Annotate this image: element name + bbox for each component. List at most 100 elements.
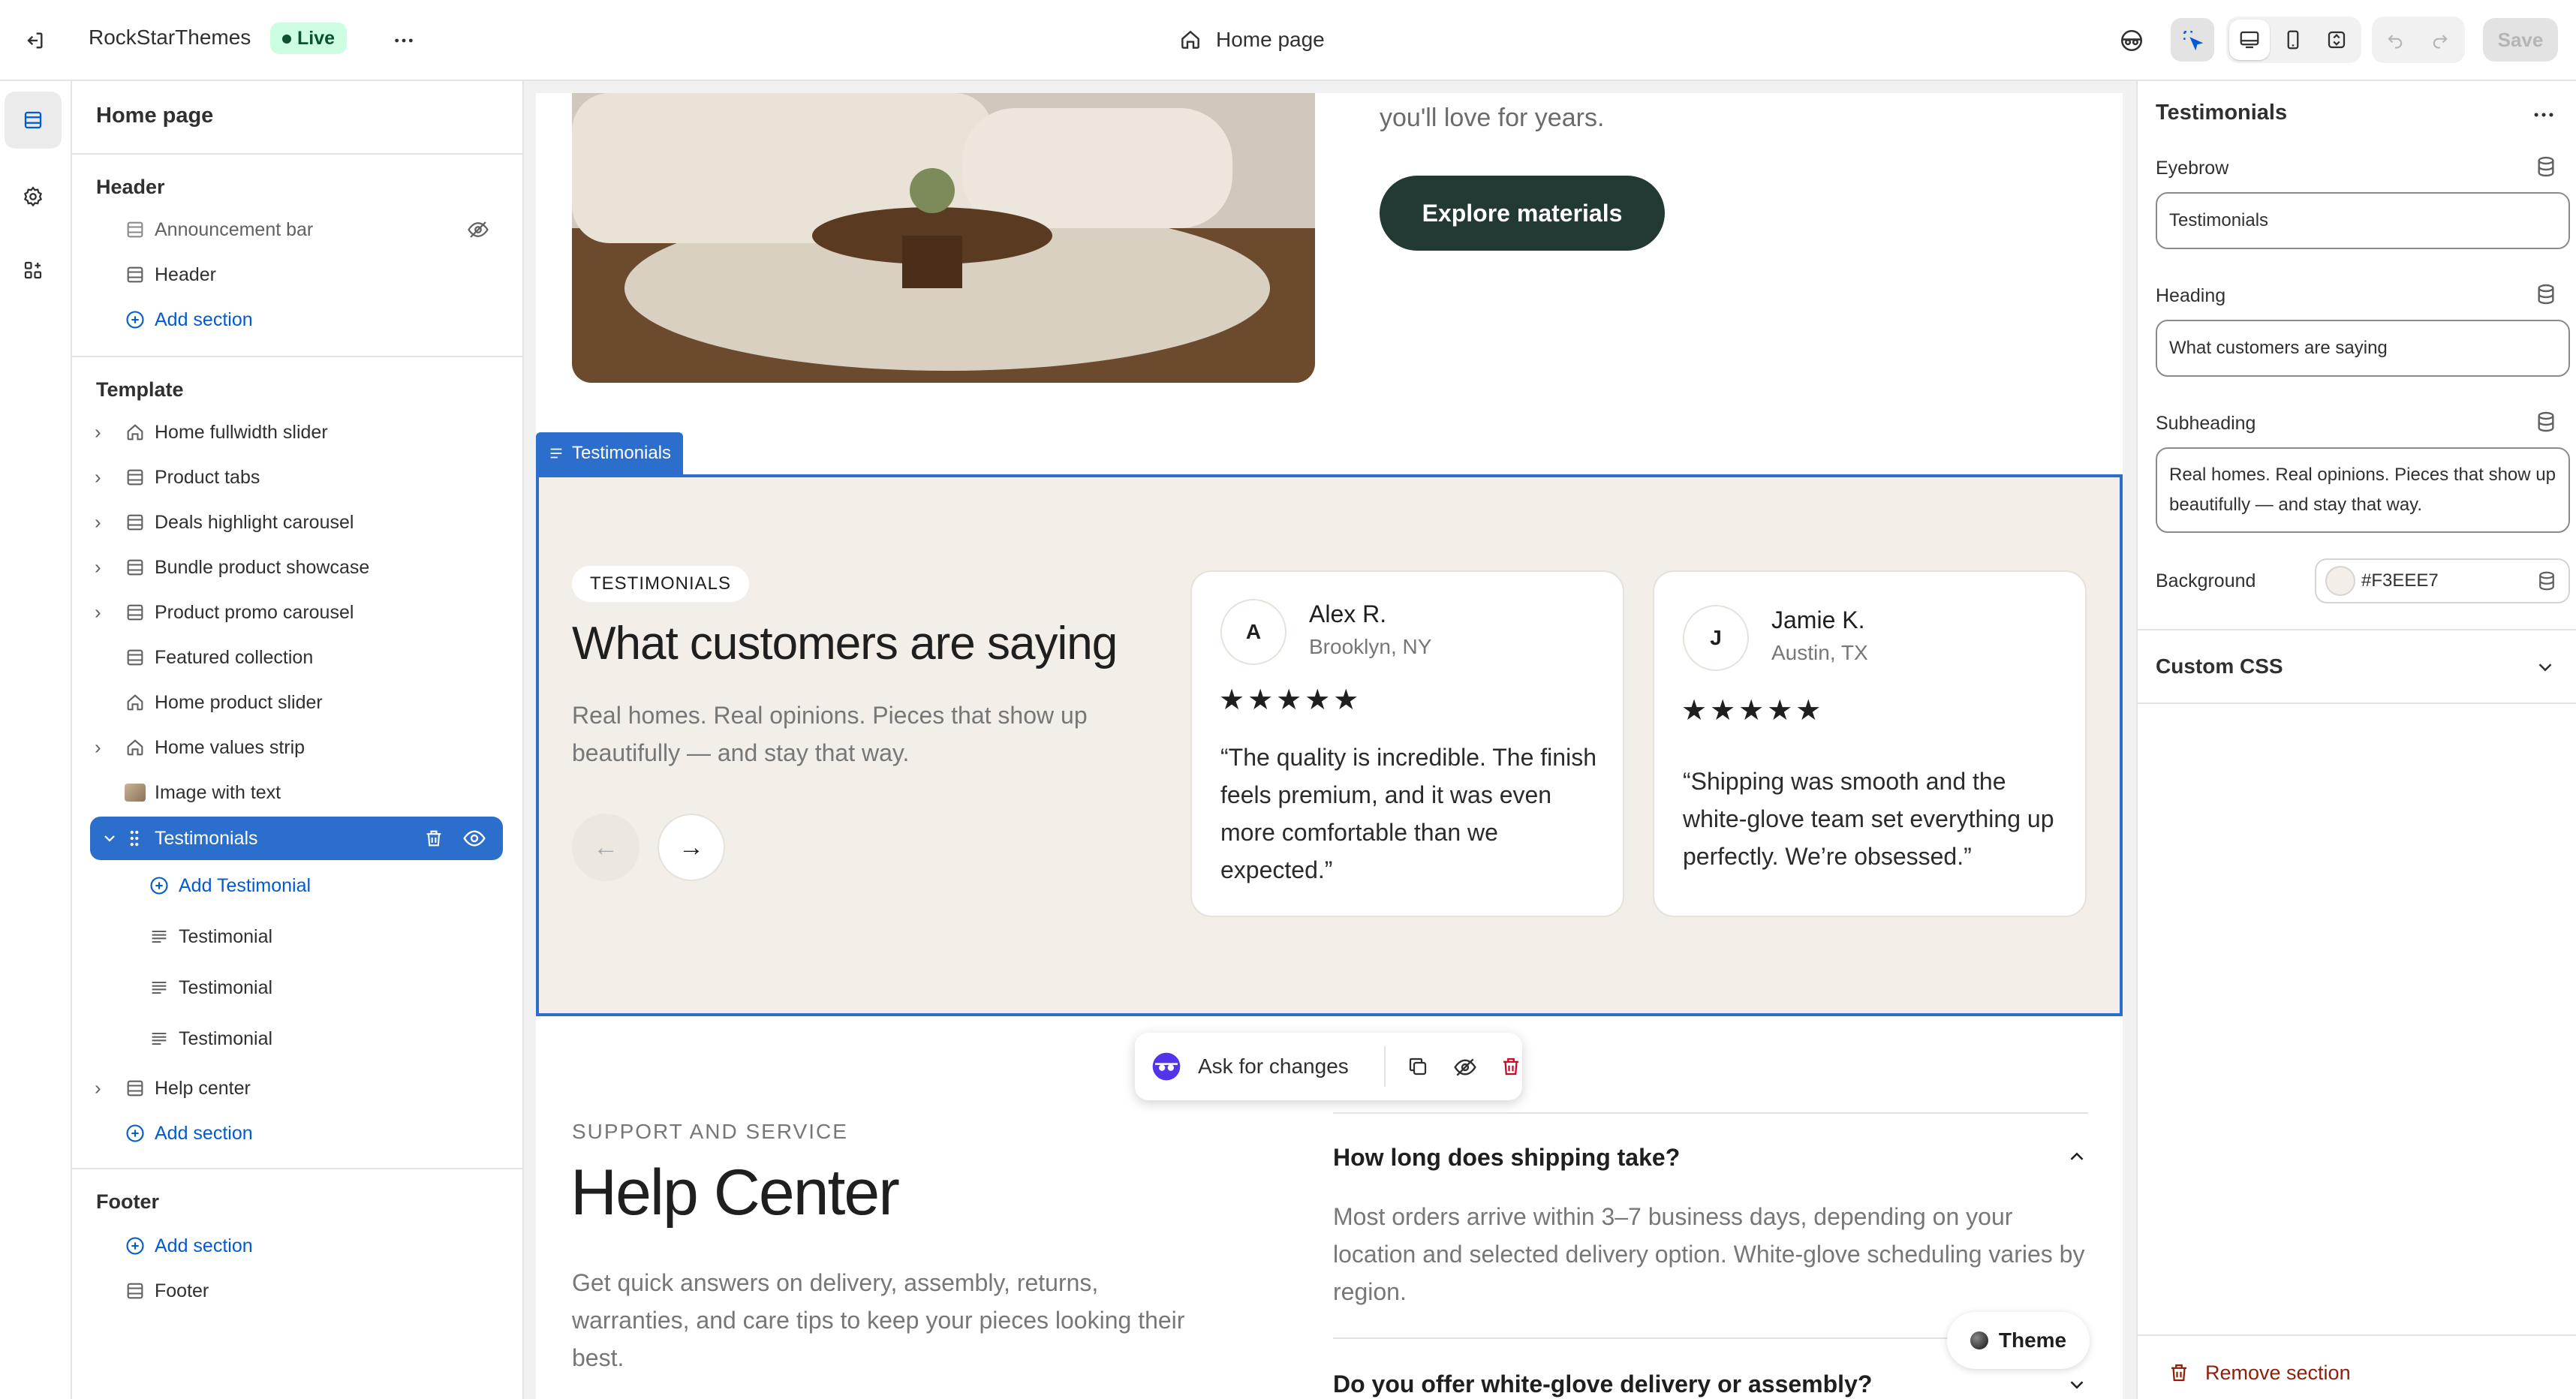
section-icon bbox=[127, 1080, 143, 1097]
faq-item-expanded[interactable]: How long does shipping take? bbox=[1333, 1126, 2088, 1186]
sidebar-item-home-fullwidth-slider[interactable]: › Home fullwidth slider bbox=[72, 411, 524, 453]
dynamic-source-icon[interactable] bbox=[2535, 570, 2558, 592]
explore-materials-button[interactable]: Explore materials bbox=[1380, 176, 1665, 251]
sidebar-item-footer[interactable]: Footer bbox=[72, 1270, 524, 1312]
more-options-icon[interactable] bbox=[386, 23, 422, 59]
add-section-label: Add section bbox=[155, 308, 253, 330]
sidebar-item-label: Product tabs bbox=[155, 466, 260, 488]
add-section-header[interactable]: Add section bbox=[72, 299, 524, 341]
sidebar-item-product-promo-carousel[interactable]: › Product promo carousel bbox=[72, 591, 524, 633]
chevron-right-icon[interactable]: › bbox=[95, 601, 101, 624]
redo-icon[interactable] bbox=[2420, 20, 2460, 60]
heading-label: Heading bbox=[2156, 285, 2226, 306]
duplicate-icon[interactable] bbox=[1407, 1055, 1429, 1078]
ai-assistant-icon[interactable] bbox=[2112, 21, 2151, 60]
next-arrow-button[interactable]: → bbox=[658, 814, 725, 881]
desktop-view-icon[interactable] bbox=[2229, 20, 2270, 60]
sidebar-item-header[interactable]: Header bbox=[72, 254, 524, 296]
add-section-template[interactable]: Add section bbox=[72, 1112, 524, 1154]
ask-for-changes-button[interactable]: Ask for changes bbox=[1142, 1040, 1383, 1093]
sidebar-page-title: Home page bbox=[96, 104, 214, 128]
hidden-eye-icon[interactable] bbox=[467, 218, 489, 241]
subheading-textarea[interactable]: Real homes. Real opinions. Pieces that s… bbox=[2156, 447, 2570, 533]
chevron-down-icon[interactable] bbox=[2534, 656, 2556, 678]
chevron-right-icon[interactable]: › bbox=[95, 511, 101, 534]
block-item-testimonial[interactable]: Testimonial bbox=[72, 967, 524, 1009]
more-options-icon[interactable] bbox=[2531, 102, 2556, 128]
sidebar-item-label: Image with text bbox=[155, 781, 281, 803]
chevron-right-icon[interactable]: › bbox=[95, 1077, 101, 1100]
apps-icon[interactable] bbox=[11, 248, 56, 293]
dynamic-source-icon[interactable] bbox=[2534, 155, 2558, 179]
sidebar-item-testimonials-selected[interactable]: Testimonials bbox=[90, 817, 503, 860]
chevron-right-icon[interactable]: › bbox=[95, 556, 101, 579]
theme-dot-icon bbox=[1970, 1331, 1988, 1349]
chevron-down-icon[interactable] bbox=[2066, 1373, 2088, 1396]
sidebar-item-home-product-slider[interactable]: Home product slider bbox=[72, 681, 524, 724]
background-color-field[interactable]: #F3EEE7 bbox=[2315, 558, 2570, 603]
ask-for-changes-label: Ask for changes bbox=[1198, 1055, 1349, 1078]
sidebar-item-deals-highlight-carousel[interactable]: › Deals highlight carousel bbox=[72, 501, 524, 543]
block-item-testimonial[interactable]: Testimonial bbox=[72, 1018, 524, 1060]
eyebrow-pill: TESTIMONIALS bbox=[572, 566, 750, 602]
dynamic-source-icon[interactable] bbox=[2534, 410, 2558, 434]
visible-eye-icon[interactable] bbox=[462, 826, 486, 850]
heading-field[interactable]: What customers are saying bbox=[2156, 320, 2570, 377]
inspector-toggle-icon[interactable] bbox=[2171, 18, 2214, 62]
sidebar-item-help-center[interactable]: › Help center bbox=[72, 1067, 524, 1109]
sidebar-item-featured-collection[interactable]: Featured collection bbox=[72, 636, 524, 678]
sidebar-item-label: Testimonials bbox=[155, 827, 258, 849]
chevron-right-icon[interactable]: › bbox=[95, 466, 101, 489]
undo-icon[interactable] bbox=[2375, 20, 2415, 60]
divider bbox=[2138, 703, 2576, 704]
testimonials-section[interactable]: TESTIMONIALS What customers are saying R… bbox=[536, 474, 2123, 1016]
drag-handle-icon[interactable] bbox=[126, 829, 143, 848]
block-item-testimonial[interactable]: Testimonial bbox=[72, 916, 524, 958]
undo-redo-group bbox=[2372, 17, 2465, 63]
settings-gear-icon[interactable] bbox=[11, 174, 56, 219]
theme-button[interactable]: Theme bbox=[1947, 1312, 2090, 1369]
block-item-label: Testimonial bbox=[179, 1027, 273, 1049]
mobile-view-icon[interactable] bbox=[2273, 20, 2313, 60]
section-icon bbox=[127, 604, 143, 621]
sidebar-item-announcement-bar[interactable]: Announcement bar bbox=[72, 209, 524, 251]
sidebar-item-label: Footer bbox=[155, 1280, 209, 1301]
delete-trash-icon[interactable] bbox=[1500, 1055, 1522, 1078]
sections-icon[interactable] bbox=[5, 92, 62, 149]
color-swatch[interactable] bbox=[2325, 566, 2355, 596]
sidebar-item-bundle-product-showcase[interactable]: › Bundle product showcase bbox=[72, 546, 524, 588]
divider bbox=[72, 1168, 524, 1169]
eyebrow-field[interactable]: Testimonials bbox=[2156, 192, 2570, 249]
remove-section-button[interactable]: Remove section bbox=[2168, 1354, 2351, 1391]
hide-eye-icon[interactable] bbox=[1453, 1055, 1477, 1079]
settings-title: Testimonials bbox=[2156, 101, 2288, 125]
prev-arrow-button[interactable]: ← bbox=[572, 814, 639, 881]
arrow-right-icon: → bbox=[679, 832, 704, 862]
sidebar-item-label: Announcement bar bbox=[155, 218, 314, 240]
save-button[interactable]: Save bbox=[2483, 18, 2558, 62]
section-tag-label: Testimonials bbox=[572, 443, 672, 463]
help-text: Get quick answers on delivery, assembly,… bbox=[572, 1269, 1185, 1371]
chevron-down-icon[interactable] bbox=[101, 829, 119, 847]
testimonial-card: A Alex R. Brooklyn, NY ★★★★★ “The qualit… bbox=[1190, 570, 1624, 917]
custom-css-toggle[interactable]: Custom CSS bbox=[2138, 630, 2576, 703]
star-rating: ★★★★★ bbox=[1219, 684, 1362, 716]
delete-trash-icon[interactable] bbox=[423, 828, 444, 849]
add-testimonial-block[interactable]: Add Testimonial bbox=[72, 865, 524, 907]
sidebar-item-product-tabs[interactable]: › Product tabs bbox=[72, 456, 524, 498]
section-tag: Testimonials bbox=[536, 432, 684, 474]
add-section-footer[interactable]: Add section bbox=[72, 1225, 524, 1267]
sidebar-item-label: Product promo carousel bbox=[155, 601, 354, 623]
sidebar-item-home-values-strip[interactable]: › Home values strip bbox=[72, 727, 524, 769]
testimonial-quote: “Shipping was smooth and the white-glove… bbox=[1683, 768, 2054, 870]
dynamic-source-icon[interactable] bbox=[2534, 282, 2558, 306]
page-selector[interactable]: Home page bbox=[1178, 21, 1325, 59]
fullscreen-view-icon[interactable] bbox=[2316, 20, 2357, 60]
sidebar-item-label: Featured collection bbox=[155, 646, 314, 668]
chevron-right-icon[interactable]: › bbox=[95, 421, 101, 444]
sidebar-item-image-with-text[interactable]: Image with text bbox=[72, 772, 524, 814]
testimonial-quote: “The quality is incredible. The finish f… bbox=[1220, 744, 1596, 883]
chevron-up-icon[interactable] bbox=[2066, 1145, 2088, 1168]
exit-icon[interactable] bbox=[17, 23, 53, 59]
chevron-right-icon[interactable]: › bbox=[95, 736, 101, 760]
